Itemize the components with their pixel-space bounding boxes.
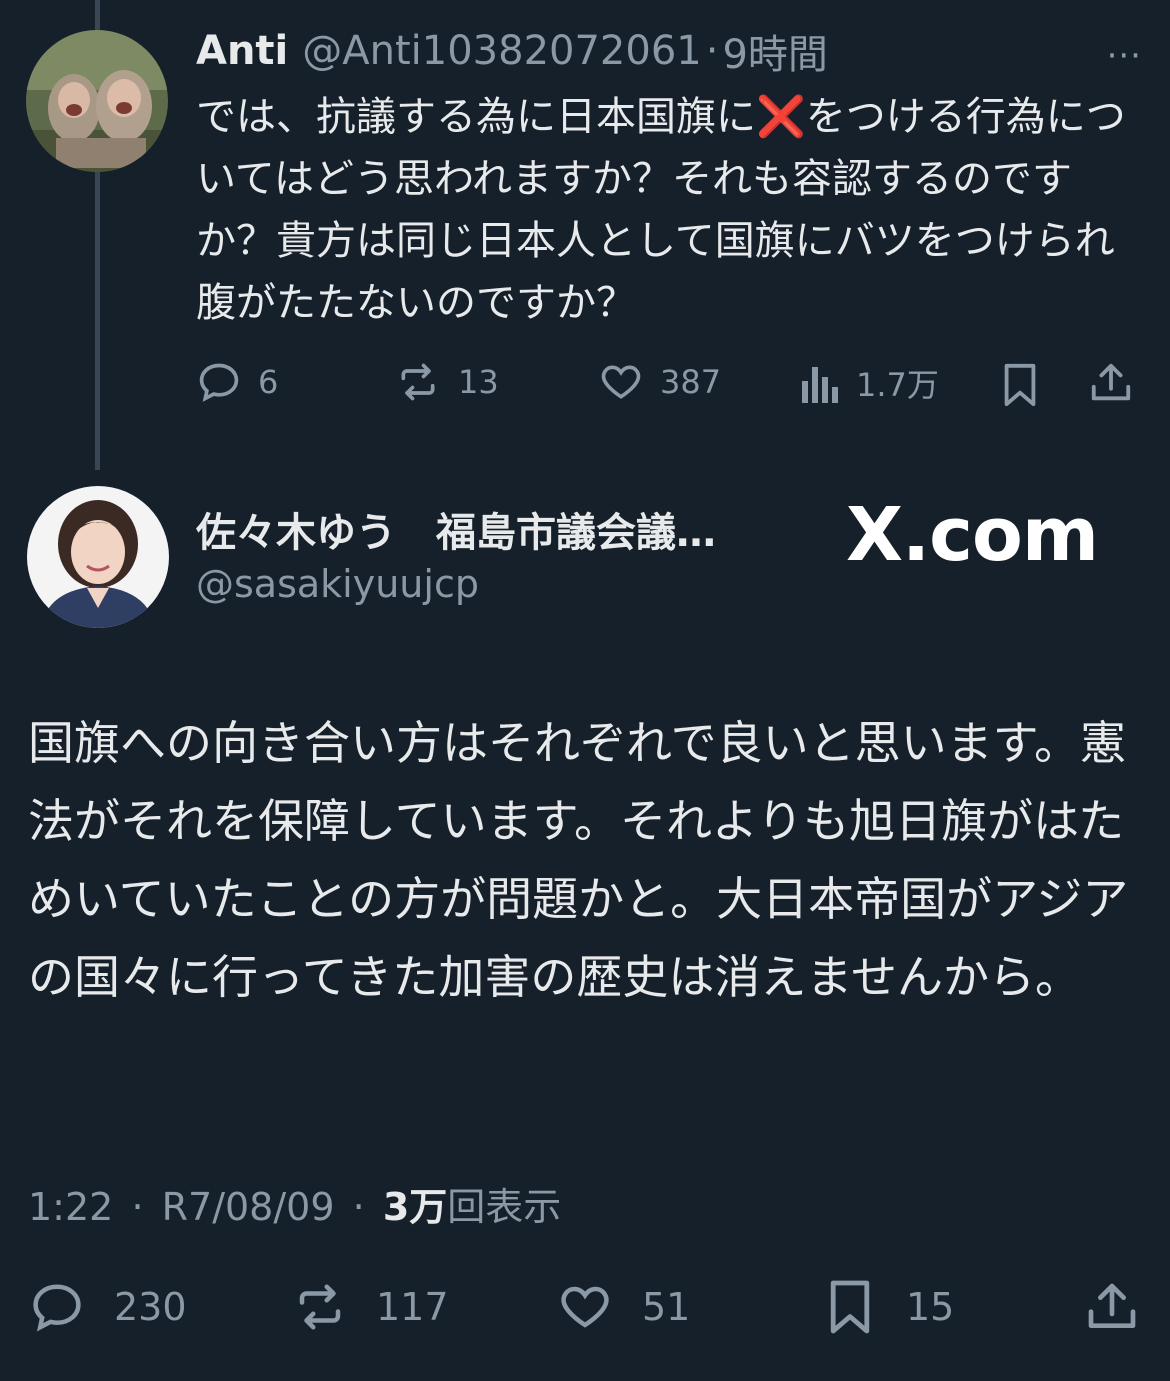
main-author-name[interactable]: 佐々木ゆう 福島市議会議… bbox=[196, 500, 716, 558]
reply-view-count: 1.7万 bbox=[856, 366, 939, 404]
cross-mark-icon: ❌ bbox=[756, 94, 806, 140]
comment-icon bbox=[33, 1284, 81, 1332]
reply-like-button[interactable]: 387 bbox=[598, 360, 721, 404]
main-author-handle[interactable]: @sasakiyuujcp bbox=[196, 562, 479, 606]
tweet-date[interactable]: R7/08/09 bbox=[162, 1185, 335, 1229]
main-bookmark-button[interactable]: 15 bbox=[826, 1278, 954, 1336]
tweet-time[interactable]: 1:22 bbox=[28, 1185, 113, 1229]
main-bookmark-count: 15 bbox=[906, 1285, 955, 1329]
reply-timestamp[interactable]: 9時間 bbox=[722, 22, 827, 80]
main-comment-button[interactable]: 230 bbox=[28, 1280, 187, 1334]
main-avatar[interactable] bbox=[27, 486, 169, 628]
main-action-bar: 230 117 51 15 bbox=[0, 1272, 1170, 1342]
reply-bookmark-button[interactable] bbox=[1000, 362, 1040, 408]
reply-avatar[interactable] bbox=[26, 30, 168, 172]
reply-separator: · bbox=[705, 28, 719, 74]
heart-icon bbox=[561, 1286, 609, 1328]
main-like-count: 51 bbox=[642, 1285, 691, 1329]
reply-comment-button[interactable]: 6 bbox=[196, 360, 278, 404]
tweet-view-label: 回表示 bbox=[447, 1185, 562, 1229]
meta-separator-1: · bbox=[131, 1185, 144, 1229]
more-options-icon[interactable]: ··· bbox=[1107, 36, 1142, 76]
main-repost-count: 117 bbox=[376, 1285, 449, 1329]
bookmark-icon bbox=[830, 1280, 870, 1334]
main-comment-count: 230 bbox=[114, 1285, 187, 1329]
main-like-button[interactable]: 51 bbox=[556, 1280, 690, 1334]
main-repost-button[interactable]: 117 bbox=[288, 1280, 449, 1334]
reply-author-handle[interactable]: @Anti10382072061 bbox=[302, 28, 701, 74]
tweet-view-count: 3万 bbox=[382, 1185, 448, 1229]
reply-repost-count: 13 bbox=[458, 363, 499, 401]
bookmark-icon bbox=[1004, 363, 1036, 407]
meta-separator-2: · bbox=[352, 1185, 365, 1229]
reply-action-bar: 6 13 387 1.7万 bbox=[0, 352, 1170, 412]
reply-text-part1: では、抗議する為に日本国旗に bbox=[196, 94, 756, 140]
repost-icon bbox=[299, 1284, 341, 1330]
reply-body: では、抗議する為に日本国旗に❌をつける行為についてはどう思われますか？それも容認… bbox=[196, 86, 1136, 334]
reply-repost-button[interactable]: 13 bbox=[394, 360, 499, 404]
main-share-button[interactable] bbox=[1084, 1278, 1140, 1336]
reply-comment-count: 6 bbox=[258, 363, 279, 401]
reply-like-count: 387 bbox=[660, 363, 722, 401]
comment-icon bbox=[199, 363, 239, 402]
share-icon bbox=[1088, 1283, 1136, 1328]
heart-icon bbox=[601, 365, 641, 399]
share-icon bbox=[1091, 363, 1131, 401]
repost-icon bbox=[401, 363, 435, 401]
reply-header: Anti @Anti10382072061 · 9時間 bbox=[196, 26, 828, 78]
reply-share-button[interactable] bbox=[1088, 360, 1134, 406]
tweet-metadata: 1:22 · R7/08/09 · 3万回表示 bbox=[28, 1176, 561, 1231]
main-tweet-body: 国旗への向き合い方はそれぞれで良いと思います。憲法がそれを保障しています。それよ… bbox=[28, 716, 1129, 1004]
x-com-watermark: X.com bbox=[846, 492, 1099, 578]
analytics-icon bbox=[802, 367, 838, 403]
reply-author-name[interactable]: Anti bbox=[196, 28, 288, 74]
reply-views-button[interactable]: 1.7万 bbox=[800, 360, 939, 406]
